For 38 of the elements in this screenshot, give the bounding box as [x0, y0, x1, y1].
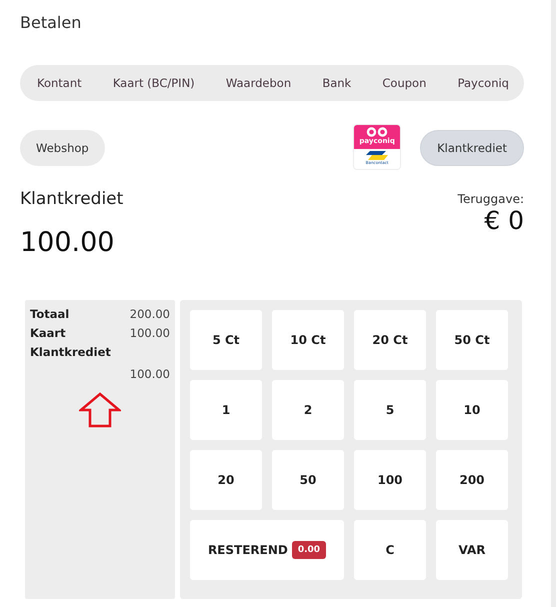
summary-label: Totaal [30, 306, 70, 323]
payment-option-button[interactable]: Klantkrediet [420, 130, 524, 166]
keypad-key[interactable]: 200 [436, 450, 508, 510]
keypad-key[interactable]: 10 Ct [272, 310, 344, 370]
keypad-key[interactable]: 2 [272, 380, 344, 440]
keypad-key[interactable]: VAR [436, 520, 508, 580]
payment-option-button[interactable]: Webshop [20, 130, 105, 166]
remaining-badge: 0.00 [292, 541, 326, 559]
payment-method-tab[interactable]: Coupon [382, 76, 426, 90]
payment-method-tab[interactable]: Payconiq [458, 76, 509, 90]
summary-value: 100.00 [130, 366, 170, 382]
loops-icon [366, 127, 388, 137]
keypad-key[interactable]: RESTEREND 0.00 [190, 520, 344, 580]
keypad-key[interactable]: 20 Ct [354, 310, 426, 370]
summary-label: Kaart [30, 325, 66, 342]
keypad-key[interactable]: 1 [190, 380, 262, 440]
payment-method-tab[interactable]: Bank [322, 76, 352, 90]
keypad-key[interactable]: 20 [190, 450, 262, 510]
summary-label: Klantkrediet [30, 344, 112, 360]
keypad-key[interactable]: 100 [354, 450, 426, 510]
payment-method-tab[interactable]: Waardebon [226, 76, 292, 90]
page-title: Betalen [20, 12, 82, 34]
method-title: Klantkrediet [20, 189, 124, 209]
amount-text: 100.00 [20, 227, 116, 258]
change-label: Teruggave: [458, 192, 524, 206]
change-value: € 0 [483, 206, 524, 235]
keypad-key[interactable]: 50 [272, 450, 344, 510]
payment-method-tab[interactable]: Kaart (BC/PIN) [112, 76, 195, 90]
keypad-key[interactable]: 50 Ct [436, 310, 508, 370]
keypad-key[interactable]: 5 [354, 380, 426, 440]
summary-value: 100.00 [130, 325, 170, 342]
stripes-icon [366, 151, 388, 160]
summary-value: 200.00 [130, 306, 170, 323]
up-arrow-icon [79, 392, 121, 428]
keypad-key[interactable]: 5 Ct [190, 310, 262, 370]
keypad-key[interactable]: C [354, 520, 426, 580]
payment-method-tab[interactable]: Kontant [37, 76, 82, 90]
keypad-key[interactable]: 10 [436, 380, 508, 440]
